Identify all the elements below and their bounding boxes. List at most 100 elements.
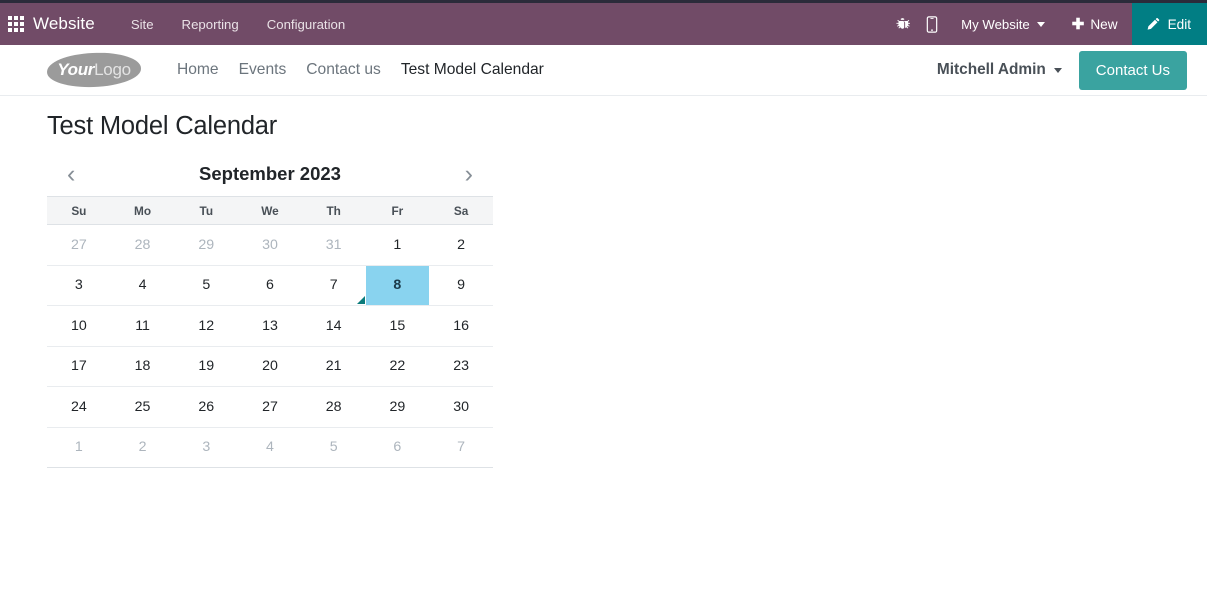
- mobile-preview-button[interactable]: [917, 3, 947, 45]
- calendar-day-cell[interactable]: 5: [301, 427, 366, 468]
- logo-text: YourLogo: [57, 60, 131, 80]
- edit-label: Edit: [1167, 16, 1191, 32]
- calendar-widget: ‹ September 2023 › Su Mo Tu We Th Fr Sa 27 28 29…: [47, 152, 493, 468]
- page-title: Test Model Calendar: [47, 112, 278, 140]
- page-body: Test Model Calendar ‹ September 2023 › S…: [0, 96, 1207, 468]
- calendar-week-row: 24 25 26 27 28 29 30: [47, 386, 493, 428]
- calendar-weekday-header-row: Su Mo Tu We Th Fr Sa: [47, 196, 493, 225]
- user-name-label: Mitchell Admin: [936, 61, 1046, 78]
- calendar-day-cell[interactable]: 19: [174, 346, 239, 387]
- site-nav: Home Events Contact us Test Model Calend…: [167, 61, 554, 79]
- calendar-day-cell[interactable]: 4: [110, 265, 175, 306]
- calendar-day-cell[interactable]: 6: [238, 265, 302, 306]
- nav-link-test-model-calendar[interactable]: Test Model Calendar: [391, 61, 554, 79]
- calendar-day-cell[interactable]: 14: [301, 305, 366, 347]
- weekday-header-tu: Tu: [174, 196, 239, 225]
- calendar-nav: ‹ September 2023 ›: [47, 152, 493, 196]
- menu-item-configuration[interactable]: Configuration: [253, 3, 359, 45]
- calendar-day-cell[interactable]: 30: [238, 224, 302, 266]
- calendar-day-cell[interactable]: 28: [110, 224, 175, 266]
- plus-icon: ✚: [1071, 15, 1085, 33]
- website-switcher-dropdown[interactable]: My Website: [947, 3, 1058, 45]
- new-page-button[interactable]: ✚ New: [1058, 3, 1132, 45]
- menu-item-site[interactable]: Site: [117, 3, 168, 45]
- calendar-day-cell[interactable]: 6: [365, 427, 430, 468]
- calendar-week-row: 17 18 19 20 21 22 23: [47, 346, 493, 387]
- bug-icon: [896, 17, 910, 29]
- calendar-day-cell[interactable]: 3: [47, 265, 111, 306]
- calendar-day-cell[interactable]: 26: [174, 386, 239, 428]
- weekday-header-fr: Fr: [365, 196, 430, 225]
- calendar-day-cell[interactable]: 22: [365, 346, 430, 387]
- calendar-table: Su Mo Tu We Th Fr Sa 27 28 29 30 31 1 2 3 4 5 6 7 8 9 10 11 12…: [47, 196, 493, 468]
- calendar-week-row: 27 28 29 30 31 1 2: [47, 224, 493, 266]
- calendar-day-cell-selected[interactable]: 8: [365, 265, 430, 306]
- calendar-day-cell[interactable]: 7: [429, 427, 493, 468]
- nav-link-events[interactable]: Events: [229, 61, 297, 79]
- new-page-label: New: [1090, 16, 1118, 32]
- calendar-day-cell[interactable]: 11: [110, 305, 175, 347]
- site-header-right-group: Mitchell Admin Contact Us: [937, 50, 1187, 90]
- weekday-header-su: Su: [47, 196, 111, 225]
- calendar-day-cell[interactable]: 24: [47, 386, 111, 428]
- pencil-icon: [1147, 17, 1159, 30]
- nav-link-home[interactable]: Home: [167, 61, 229, 79]
- weekday-header-th: Th: [301, 196, 366, 225]
- website-header: YourLogo Home Events Contact us Test Mod…: [0, 45, 1207, 96]
- calendar-day-cell[interactable]: 16: [429, 305, 493, 347]
- logo-text-part1: Your: [57, 60, 95, 79]
- calendar-day-cell[interactable]: 30: [429, 386, 493, 428]
- edit-button[interactable]: Edit: [1131, 3, 1207, 45]
- calendar-day-cell[interactable]: 7: [301, 265, 366, 306]
- nav-link-contact-us[interactable]: Contact us: [296, 61, 391, 79]
- contact-us-button[interactable]: Contact Us: [1078, 50, 1187, 90]
- calendar-day-cell[interactable]: 21: [301, 346, 366, 387]
- app-brand-website[interactable]: Website: [33, 3, 117, 45]
- calendar-day-cell[interactable]: 1: [365, 224, 430, 266]
- calendar-day-cell[interactable]: 28: [301, 386, 366, 428]
- mobile-preview-icon: [926, 15, 938, 33]
- weekday-header-sa: Sa: [429, 196, 493, 225]
- calendar-day-cell[interactable]: 31: [301, 224, 366, 266]
- user-menu-dropdown[interactable]: Mitchell Admin: [937, 61, 1062, 79]
- calendar-week-row: 10 11 12 13 14 15 16: [47, 305, 493, 347]
- backend-menu-items: Site Reporting Configuration: [117, 3, 359, 45]
- calendar-day-cell[interactable]: 17: [47, 346, 111, 387]
- weekday-header-mo: Mo: [110, 196, 175, 225]
- debug-menu-button[interactable]: [887, 3, 917, 45]
- calendar-day-cell[interactable]: 12: [174, 305, 239, 347]
- apps-menu-button[interactable]: [0, 3, 33, 45]
- calendar-day-cell[interactable]: 5: [174, 265, 239, 306]
- chevron-left-icon[interactable]: ‹: [63, 161, 79, 187]
- backend-navbar: Website Site Reporting Configuration My …: [0, 3, 1207, 45]
- calendar-day-cell[interactable]: 29: [174, 224, 239, 266]
- calendar-day-cell[interactable]: 4: [238, 427, 302, 468]
- calendar-day-cell[interactable]: 9: [429, 265, 493, 306]
- calendar-week-row: 1234567: [47, 427, 493, 468]
- calendar-day-cell[interactable]: 2: [110, 427, 175, 468]
- calendar-day-cell[interactable]: 25: [110, 386, 175, 428]
- logo-text-part2: Logo: [94, 60, 131, 79]
- apps-grid-icon: [8, 16, 24, 32]
- website-switcher-label: My Website: [961, 16, 1030, 32]
- site-logo[interactable]: YourLogo: [46, 51, 142, 89]
- calendar-day-cell[interactable]: 27: [238, 386, 302, 428]
- calendar-week-row: 3456789: [47, 265, 493, 306]
- chevron-right-icon[interactable]: ›: [461, 161, 477, 187]
- calendar-day-cell[interactable]: 2: [429, 224, 493, 266]
- calendar-day-cell[interactable]: 15: [365, 305, 430, 347]
- calendar-day-cell[interactable]: 27: [47, 224, 111, 266]
- calendar-day-cell[interactable]: 18: [110, 346, 175, 387]
- calendar-day-cell[interactable]: 13: [238, 305, 302, 347]
- calendar-month-label: September 2023: [199, 163, 341, 184]
- calendar-day-cell[interactable]: 1: [47, 427, 111, 468]
- calendar-day-cell[interactable]: 29: [365, 386, 430, 428]
- menu-item-reporting[interactable]: Reporting: [168, 3, 253, 45]
- calendar-day-cell[interactable]: 10: [47, 305, 111, 347]
- navbar-right-group: My Website ✚ New Edit: [887, 3, 1207, 45]
- chevron-down-icon: [1036, 21, 1045, 27]
- calendar-day-cell[interactable]: 3: [174, 427, 239, 468]
- calendar-day-cell[interactable]: 23: [429, 346, 493, 387]
- weekday-header-we: We: [238, 196, 302, 225]
- calendar-day-cell[interactable]: 20: [238, 346, 302, 387]
